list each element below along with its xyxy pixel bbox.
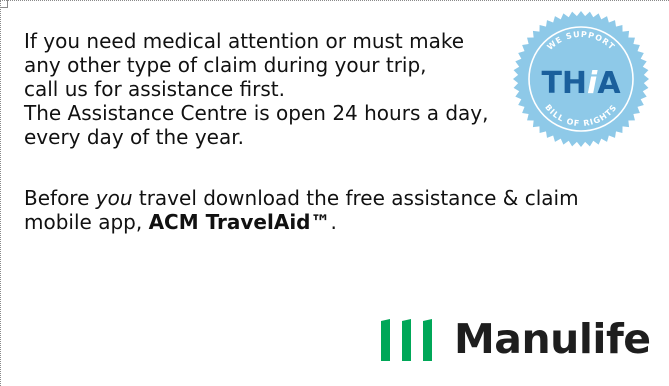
corner-mark [0,0,8,8]
seal-center-a: A [597,66,621,101]
assistance-line-4: The Assistance Centre is open 24 hours a… [24,101,489,125]
assistance-card: If you need medical attention or must ma… [0,0,669,386]
assistance-line-3: call us for assistance first. [24,77,285,101]
seal-center-th: TH [541,66,587,101]
assistance-line-5: every day of the year. [24,125,244,149]
app-text-you: you [95,186,133,210]
app-name: ACM TravelAid™ [148,210,331,234]
app-text-after: travel download the free assistance & cl… [132,186,579,210]
assistance-line-1: If you need medical attention or must ma… [24,29,465,53]
manulife-logo: Manulife [378,309,658,369]
assistance-line-2: any other type of claim during your trip… [24,53,427,77]
app-download-paragraph: Before you travel download the free assi… [24,186,644,234]
thia-seal-icon: WE SUPPORT THiA BILL OF RIGHTS [513,11,649,147]
app-text-line2: mobile app, [24,210,149,234]
app-text-end: . [330,210,337,234]
app-download-line-2: mobile app, ACM TravelAid™. [24,210,644,234]
app-download-line-1: Before you travel download the free assi… [24,186,644,210]
assistance-paragraph: If you need medical attention or must ma… [24,29,504,149]
app-text-before: Before [24,186,96,210]
manulife-mark-icon [381,319,432,361]
seal-center-text: THiA [541,66,621,101]
manulife-wordmark: Manulife [454,315,651,363]
